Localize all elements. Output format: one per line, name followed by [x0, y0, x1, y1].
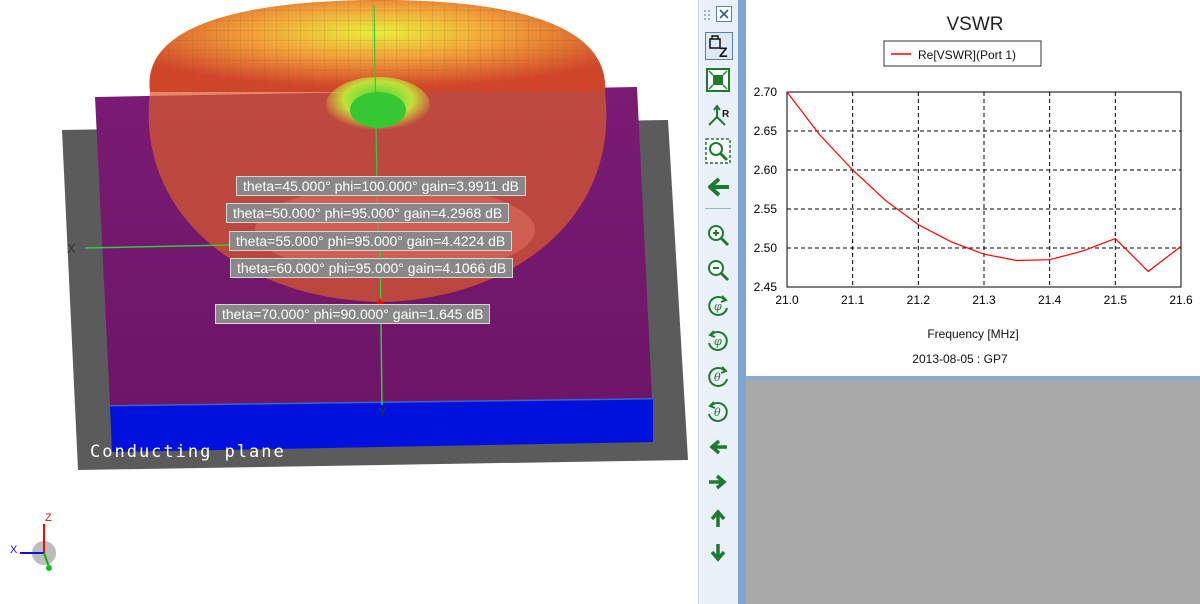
pan-down-icon[interactable] — [705, 540, 731, 566]
x-axis-label: X — [67, 241, 76, 256]
plane-label: Conducting plane — [90, 442, 286, 462]
vswr-chart-panel: VSWR Re[VSWR](Port 1) 21.0 21.1 21.2 21.3 21… — [746, 0, 1200, 380]
x-tick-label: 21.6 — [1169, 293, 1193, 307]
back-arrow-icon[interactable] — [705, 174, 731, 200]
axis-triad-icon — [20, 524, 56, 571]
svg-text:Z: Z — [719, 44, 728, 59]
svg-text:φ: φ — [714, 300, 722, 313]
y-axis-label: Y — [378, 404, 387, 419]
rotate-theta-down-icon[interactable]: θ — [705, 398, 731, 424]
rotate-theta-up-icon[interactable]: θ — [705, 363, 731, 389]
pan-up-icon[interactable] — [705, 505, 731, 531]
legend-label: Re[VSWR](Port 1) — [918, 48, 1016, 62]
y-tick-label: 2.50 — [754, 241, 778, 255]
3d-viewport[interactable]: X Y theta=45.000° phi=100.000° gain=3.99… — [0, 0, 698, 604]
x-tick-label: 21.1 — [841, 293, 865, 307]
y-tick-label: 2.65 — [754, 124, 778, 138]
gain-tooltip-4: theta=60.000° phi=95.000° gain=4.1066 dB — [230, 258, 514, 278]
zoom-in-icon[interactable] — [705, 222, 731, 248]
svg-text:θ: θ — [714, 406, 721, 419]
rotate-phi-right-icon[interactable]: φ — [705, 327, 731, 353]
triad-x-label: X — [10, 544, 18, 556]
x-axis-title: Frequency [MHz] — [927, 327, 1018, 341]
empty-panel — [746, 380, 1200, 604]
chart-footnote: 2013-08-05 : GP7 — [912, 352, 1008, 366]
vswr-chart[interactable]: VSWR Re[VSWR](Port 1) 21.0 21.1 21.2 21.3 21… — [746, 0, 1200, 376]
x-tick-label: 21.2 — [907, 293, 931, 307]
gain-tooltip-5: theta=70.000° phi=90.000° gain=1.645 dB — [215, 304, 491, 324]
rotate-phi-left-icon[interactable]: φ — [705, 292, 731, 318]
series-vswr-line — [786, 91, 1182, 273]
svg-text:φ: φ — [714, 335, 722, 348]
y-tick-label: 2.60 — [754, 163, 778, 177]
3d-scene[interactable] — [0, 0, 698, 604]
y-tick-label: 2.70 — [754, 85, 778, 99]
x-tick-label: 21.0 — [775, 293, 799, 307]
svg-text:θ: θ — [714, 371, 721, 384]
x-tick-label: 21.5 — [1104, 293, 1128, 307]
axes-r-icon[interactable]: R — [705, 103, 731, 129]
lock-z-icon[interactable]: Z — [705, 32, 733, 60]
view-toolbar: Z R φ φ θ θ — [698, 0, 740, 604]
fit-view-icon[interactable] — [705, 67, 731, 93]
gain-tooltip-3: theta=55.000° phi=95.000° gain=4.4224 dB — [229, 231, 513, 251]
x-tick-label: 21.4 — [1038, 293, 1062, 307]
triad-z-label: Z — [45, 512, 52, 524]
panel-splitter[interactable] — [738, 0, 746, 604]
pan-right-icon[interactable] — [705, 469, 731, 495]
zoom-out-icon[interactable] — [705, 257, 731, 283]
gain-tooltip-1: theta=45.000° phi=100.000° gain=3.9911 d… — [236, 176, 527, 196]
x-tick-label: 21.3 — [972, 293, 996, 307]
zoom-box-icon[interactable] — [705, 138, 731, 164]
gain-tooltip-2: theta=50.000° phi=95.000° gain=4.2968 dB — [226, 203, 510, 223]
y-tick-label: 2.45 — [754, 280, 778, 294]
axis-triad: Z X — [8, 512, 68, 574]
chart-title: VSWR — [947, 14, 1004, 35]
svg-text:R: R — [722, 109, 730, 120]
grip-icon[interactable] — [703, 8, 713, 20]
pan-left-icon[interactable] — [705, 434, 731, 460]
y-tick-label: 2.55 — [754, 202, 778, 216]
close-icon[interactable] — [716, 6, 732, 22]
